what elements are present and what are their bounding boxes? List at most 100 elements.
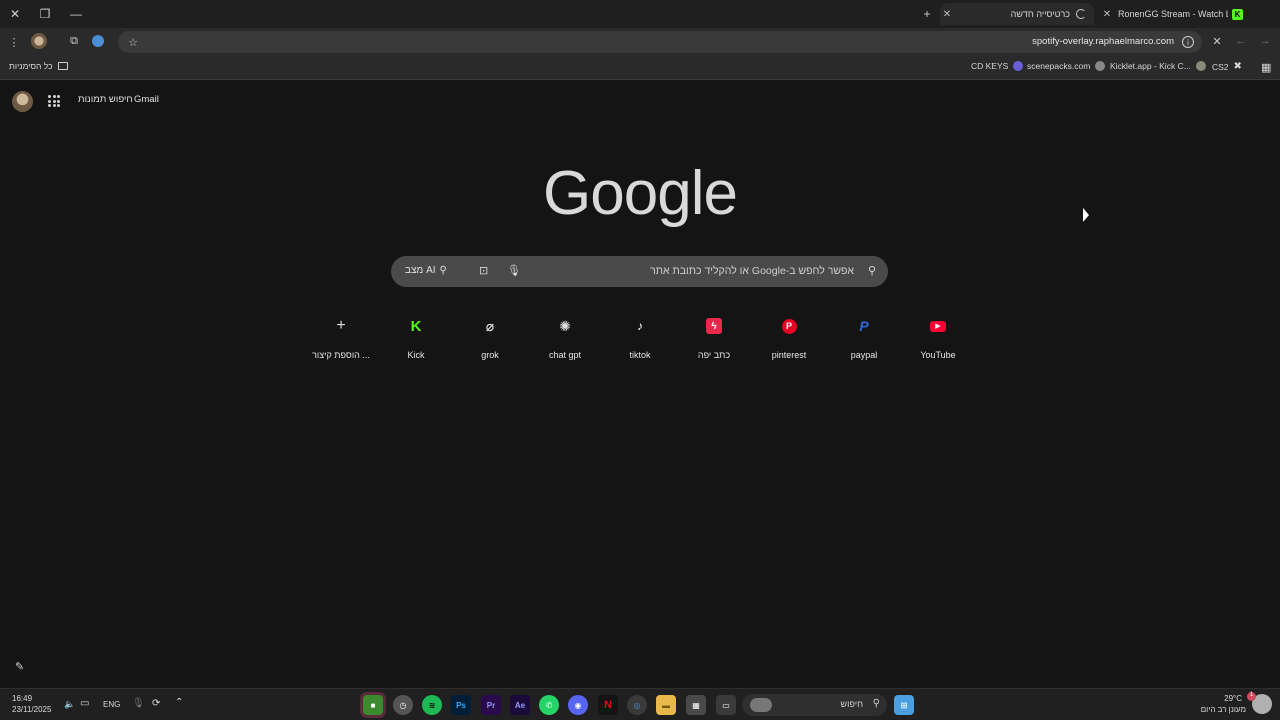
bookmark-label: Kicklet.app - Kick C... [1110, 61, 1191, 71]
plus-icon: + [336, 317, 346, 334]
tab-title: RonenGG Stream - Watch Live [1118, 9, 1228, 19]
bookmarks-bar: כל הסימניות CD KEYS scenepacks.com Kickl… [0, 56, 1280, 80]
file-explorer-icon[interactable]: ▬ [656, 695, 676, 715]
taskbar-search[interactable]: חיפוש ⚲ [742, 694, 887, 716]
bookmark-cdkeys[interactable]: CD KEYS [971, 61, 1024, 71]
shortcut-label: tiktok [629, 350, 651, 360]
bookmark-label: CD KEYS [971, 61, 1009, 71]
netflix-icon[interactable]: N [598, 695, 618, 715]
shortcut-kick[interactable]: K Kick [379, 312, 453, 361]
bookmark-scenepacks[interactable]: scenepacks.com [1027, 61, 1106, 71]
forward-icon[interactable]: ← [1234, 34, 1248, 48]
shortcut-ktav-yafe[interactable]: ϟ כתב יפה [677, 312, 751, 360]
weather-text[interactable]: מעונן רב היום [1201, 705, 1246, 714]
cs2-icon: ✖ [1233, 61, 1242, 72]
whatsapp-icon[interactable]: ✆ [539, 695, 559, 715]
stop-loading-icon[interactable]: ✕ [1210, 34, 1224, 48]
site-info-icon[interactable]: i [1182, 36, 1194, 48]
shortcut-label: paypal [850, 350, 878, 360]
profile-avatar[interactable] [31, 33, 47, 49]
photoshop-icon[interactable]: Ps [451, 695, 471, 715]
pinterest-icon: P [775, 312, 803, 340]
tiktok-icon: ♪ [637, 319, 643, 333]
bookmark-label: scenepacks.com [1027, 61, 1091, 71]
minecraft-icon[interactable]: ■ [363, 695, 383, 715]
back-icon[interactable]: → [1258, 34, 1272, 48]
network-icon[interactable]: ▭ [80, 698, 89, 709]
search-highlight-icon [750, 698, 772, 712]
bookmark-star-icon[interactable]: ☆ [126, 35, 140, 49]
chrome-icon[interactable]: ◎ [627, 695, 647, 715]
cdkeys-icon [1013, 61, 1024, 71]
taskbar: 16:49 23/11/2025 🔈 ▭ ENG 🎙 ⟳ ⌃ ■ ◷ ≋ Ps … [0, 688, 1280, 720]
extensions-icon[interactable]: ⧉ [67, 34, 81, 48]
extension-icon[interactable] [92, 35, 104, 47]
shortcut-label: pinterest [771, 350, 807, 360]
menu-icon[interactable]: ⋮ [8, 34, 20, 50]
loading-icon [1076, 9, 1086, 19]
clock-app-icon[interactable]: ◷ [393, 695, 413, 715]
address-bar[interactable]: ☆ spotify-overlay.raphaelmarco.com i [118, 31, 1202, 53]
customize-pencil-icon[interactable]: ✎ [15, 660, 24, 673]
ai-mode-label: מצב AI [405, 265, 436, 276]
folder-icon [57, 62, 68, 70]
tab-title: כרטיסייה חדשה [1010, 9, 1070, 19]
kicklet-icon [1195, 61, 1206, 71]
bookmark-cs2[interactable]: CS2 ✖ [1212, 61, 1242, 72]
task-view-icon[interactable]: ▭ [716, 695, 736, 715]
volume-icon[interactable]: 🔈 [64, 699, 75, 710]
all-bookmarks-button[interactable]: כל הסימניות [9, 61, 68, 71]
shortcut-grok[interactable]: ⌀ grok [453, 312, 527, 361]
account-avatar[interactable] [12, 91, 33, 112]
title-bar: ✕ ❐ — + ✕ כרטיסייה חדשה ✕ RonenGG Stream… [0, 0, 1280, 28]
bookmark-kicklet[interactable]: Kicklet.app - Kick C... [1110, 61, 1206, 71]
all-bookmarks-label: כל הסימניות [9, 61, 53, 71]
tray-overflow-icon[interactable]: ⌃ [175, 697, 183, 708]
search-box[interactable]: מצב AI ⚲ ⊡ 🎙 אפשר לחפש ב-Google או להקלי… [391, 256, 888, 287]
shortcut-chatgpt[interactable]: ✺ chat gpt [528, 312, 602, 361]
images-link[interactable]: חיפוש תמונות [78, 94, 133, 105]
search-placeholder: אפשר לחפש ב-Google או להקליד כתובת אתר [650, 265, 854, 277]
search-icon: ⚲ [867, 265, 876, 277]
apps-shortcut-icon[interactable]: ▦ [1261, 61, 1271, 74]
mic-icon[interactable]: 🎙 [132, 698, 145, 709]
chatgpt-icon: ✺ [559, 317, 571, 334]
microphone-icon[interactable]: 🎙 [507, 264, 521, 277]
shortcut-label: Kick [407, 350, 425, 360]
clock-date[interactable]: 23/11/2025 [12, 705, 51, 714]
close-window-icon[interactable]: ✕ [5, 4, 25, 24]
notification-badge: 1 [1247, 692, 1256, 701]
lens-icon[interactable]: ⊡ [479, 264, 488, 277]
search-icon: ⚲ [872, 698, 880, 709]
discord-icon[interactable]: ◉ [568, 695, 588, 715]
shortcut-paypal[interactable]: P paypal [827, 312, 901, 360]
tab-new-tab[interactable]: ✕ כרטיסייה חדשה [940, 3, 1094, 25]
google-apps-icon[interactable] [48, 95, 60, 107]
youtube-icon: ▶ [924, 312, 952, 340]
calculator-icon[interactable]: ▦ [686, 695, 706, 715]
tab-ronengg[interactable]: ✕ RonenGG Stream - Watch Live K [1100, 3, 1254, 25]
shortcut-tiktok[interactable]: ♪ tiktok [603, 312, 677, 360]
shortcut-pinterest[interactable]: P pinterest [752, 312, 826, 360]
sync-icon[interactable]: ⟳ [152, 698, 160, 709]
gmail-link[interactable]: Gmail [134, 94, 159, 105]
weather-temp[interactable]: 29°C [1224, 694, 1242, 703]
minimize-window-icon[interactable]: — [66, 4, 86, 24]
windows-start-icon[interactable]: ⊞ [894, 695, 914, 715]
close-tab-icon[interactable]: ✕ [1100, 9, 1114, 20]
shortcut-youtube[interactable]: ▶ YouTube [901, 312, 975, 360]
shortcut-add[interactable]: + הוספת קיצור ... [304, 312, 378, 360]
scenepacks-icon [1095, 61, 1106, 71]
new-tab-button[interactable]: + [917, 4, 937, 24]
spotify-icon[interactable]: ≋ [422, 695, 442, 715]
after-effects-icon[interactable]: Ae [510, 695, 530, 715]
restore-window-icon[interactable]: ❐ [35, 4, 55, 24]
clock-time[interactable]: 16:49 [12, 694, 32, 703]
ai-mode-button[interactable]: מצב AI ⚲ [405, 265, 447, 276]
shortcut-label: chat gpt [548, 350, 582, 360]
mouse-cursor-icon [1083, 207, 1089, 225]
close-tab-icon[interactable]: ✕ [940, 9, 954, 20]
premiere-icon[interactable]: Pr [481, 695, 501, 715]
url-text: spotify-overlay.raphaelmarco.com [1032, 36, 1174, 47]
language-indicator[interactable]: ENG [103, 700, 120, 709]
